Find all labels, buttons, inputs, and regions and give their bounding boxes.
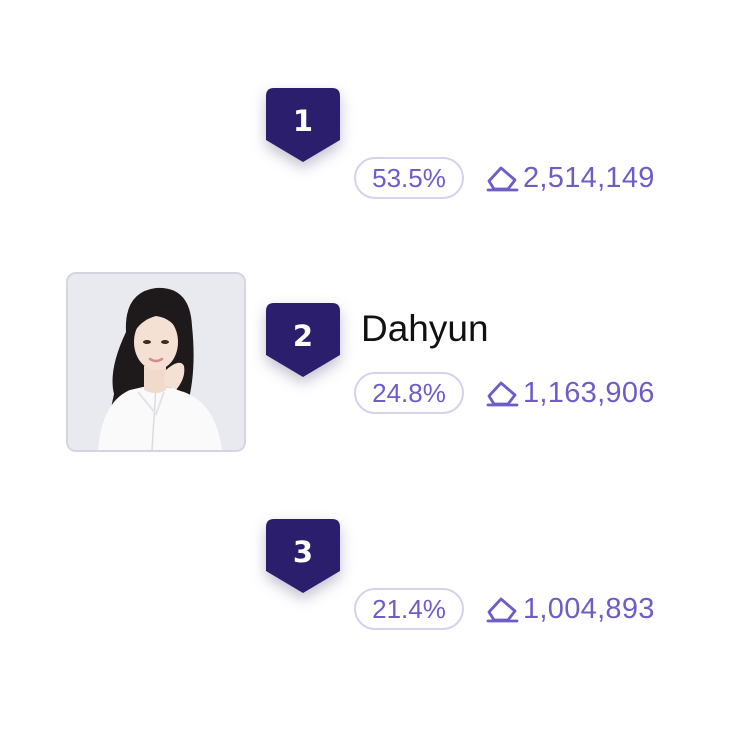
rank-item-1[interactable]: 1 53.5% 2,514,149 [0,88,743,208]
rank-badge: 3 [266,519,340,593]
vote-percent-badge: 21.4% [354,588,464,630]
vote-percent-badge: 24.8% [354,372,464,414]
vote-count: 2,514,149 [523,162,655,194]
rank-item-2[interactable]: 2 Dahyun 24.8% 1,163,906 [0,303,743,423]
rank-badge: 1 [266,88,340,162]
vote-percent-badge: 53.5% [354,157,464,199]
ranking-page: 1 53.5% 2,514,149 2 Dahyun 24.8% 1,163,9… [0,0,743,743]
vote-count: 1,004,893 [523,593,655,625]
eraser-icon [486,381,519,407]
rank-item-3[interactable]: 3 21.4% 1,004,893 [0,519,743,639]
vote-count-group: 1,163,906 [485,372,655,414]
candidate-name: Dahyun [361,308,489,349]
vote-count: 1,163,906 [523,377,655,409]
eraser-icon [486,597,519,623]
rank-number: 3 [292,535,314,569]
vote-count-group: 2,514,149 [485,157,655,199]
eraser-icon [486,166,519,192]
vote-count-group: 1,004,893 [485,588,655,630]
rank-badge: 2 [266,303,340,377]
rank-number: 1 [292,104,314,138]
rank-number: 2 [292,319,314,353]
